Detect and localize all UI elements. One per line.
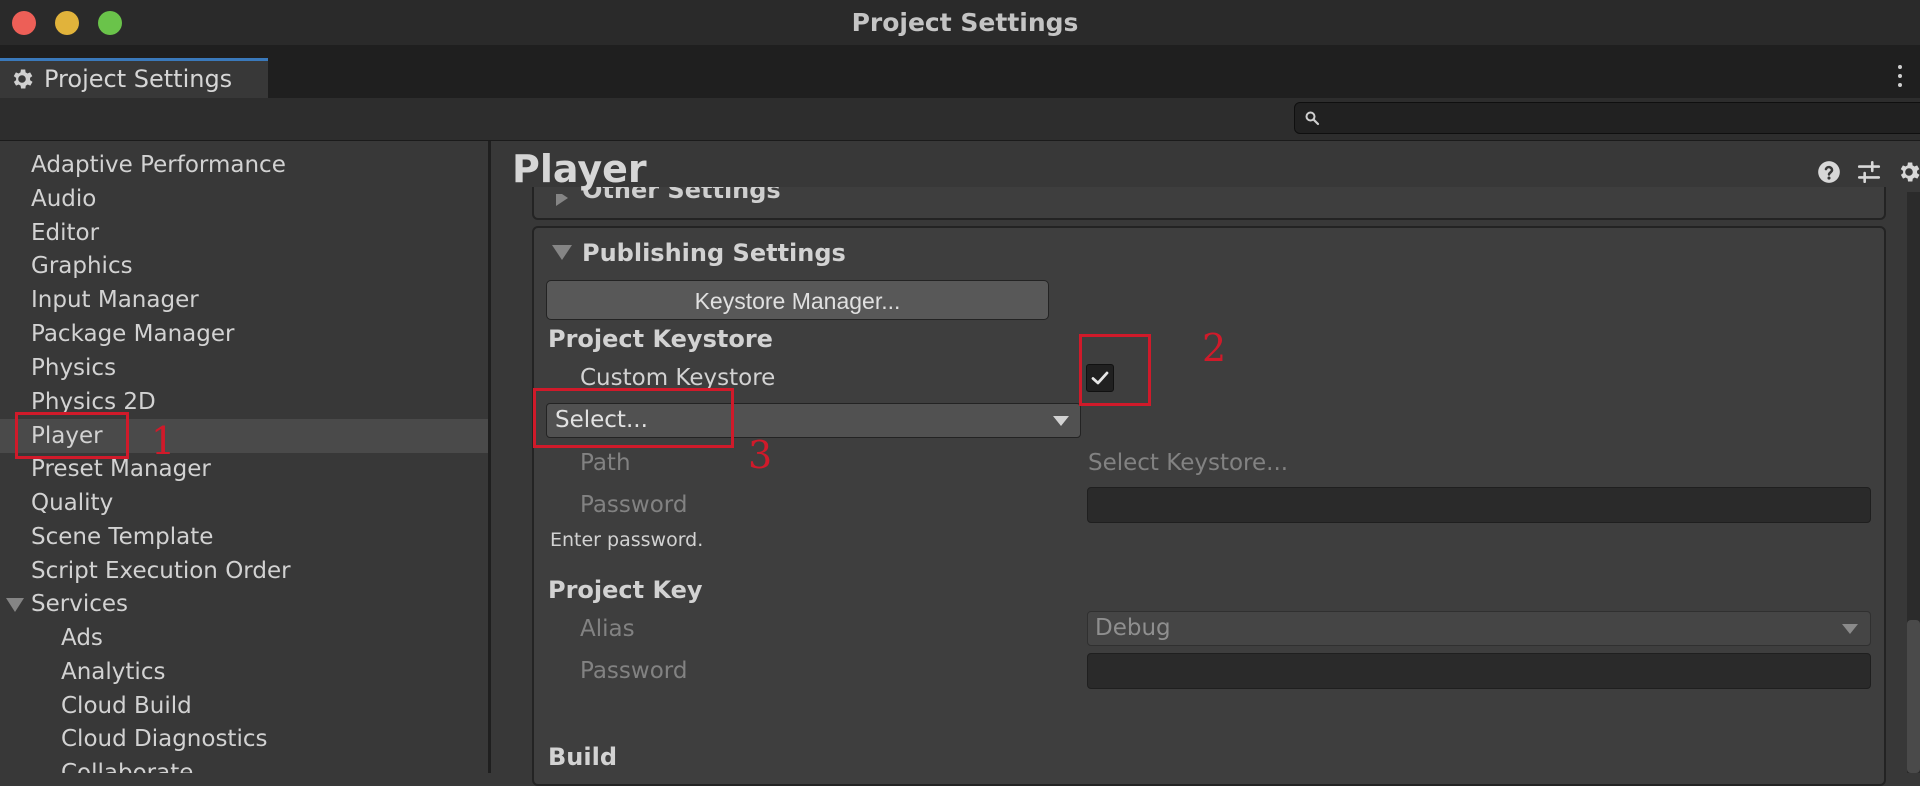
alias-value: Debug: [1095, 615, 1171, 641]
sidebar-item-cloud-build[interactable]: Cloud Build: [61, 689, 192, 723]
sidebar-item-script-execution-order[interactable]: Script Execution Order: [31, 554, 291, 588]
sidebar-item-audio[interactable]: Audio: [31, 182, 96, 216]
gear-icon[interactable]: [1896, 159, 1920, 185]
tab-strip: [0, 45, 1920, 98]
more-options-icon[interactable]: [1893, 63, 1907, 89]
annotation-box-3: [533, 388, 734, 448]
alias-dropdown[interactable]: [1087, 611, 1871, 646]
project-keystore-heading: Project Keystore: [548, 325, 773, 353]
sidebar-item-package-manager[interactable]: Package Manager: [31, 317, 234, 351]
publishing-settings-header[interactable]: Publishing Settings: [582, 236, 846, 270]
key-password-label: Password: [580, 658, 688, 684]
annotation-number-1: 1: [151, 419, 176, 463]
keystore-password-field[interactable]: [1087, 487, 1871, 523]
sidebar-item-adaptive-performance[interactable]: Adaptive Performance: [31, 148, 286, 182]
gear-icon: [13, 69, 33, 89]
annotation-box-2: [1079, 334, 1151, 406]
alias-label: Alias: [580, 616, 635, 642]
page-title: Player: [512, 147, 647, 191]
path-label: Path: [580, 450, 631, 476]
sidebar-item-collaborate[interactable]: Collaborate: [61, 756, 193, 773]
tab-label: Project Settings: [44, 65, 233, 93]
key-password-field[interactable]: [1087, 653, 1871, 689]
sidebar-item-scene-template[interactable]: Scene Template: [31, 520, 213, 554]
sidebar-item-ads[interactable]: Ads: [61, 621, 103, 655]
window-title: Project Settings: [851, 8, 1079, 37]
keystore-manager-button[interactable]: Keystore Manager...: [546, 280, 1049, 320]
search-icon: [1305, 111, 1320, 126]
inspector-header: [491, 141, 1907, 187]
sidebar-item-services[interactable]: Services: [31, 587, 128, 621]
sidebar-item-editor[interactable]: Editor: [31, 216, 99, 250]
expand-triangle-icon[interactable]: [6, 598, 24, 612]
build-heading: Build: [548, 743, 618, 771]
path-value: Select Keystore...: [1088, 450, 1289, 476]
sidebar-item-cloud-diagnostics[interactable]: Cloud Diagnostics: [61, 722, 267, 756]
sidebar-item-input-manager[interactable]: Input Manager: [31, 283, 199, 317]
help-icon[interactable]: [1816, 159, 1842, 185]
search-input[interactable]: [1294, 102, 1920, 134]
annotation-box-1: [15, 412, 129, 459]
collapse-triangle-icon[interactable]: [552, 245, 572, 260]
sidebar-item-quality[interactable]: Quality: [31, 486, 113, 520]
sidebar-item-physics[interactable]: Physics: [31, 351, 116, 385]
sidebar-item-graphics[interactable]: Graphics: [31, 249, 133, 283]
annotation-number-2: 2: [1202, 326, 1227, 370]
preset-sliders-icon[interactable]: [1856, 159, 1882, 185]
chevron-down-icon: [1053, 416, 1069, 426]
chevron-down-icon: [1842, 624, 1858, 634]
sidebar-item-analytics[interactable]: Analytics: [61, 655, 165, 689]
annotation-number-3: 3: [748, 433, 773, 477]
scrollbar-thumb[interactable]: [1907, 620, 1920, 773]
keystore-password-label: Password: [580, 492, 688, 518]
project-key-heading: Project Key: [548, 576, 703, 604]
enter-password-hint: Enter password.: [550, 529, 704, 551]
